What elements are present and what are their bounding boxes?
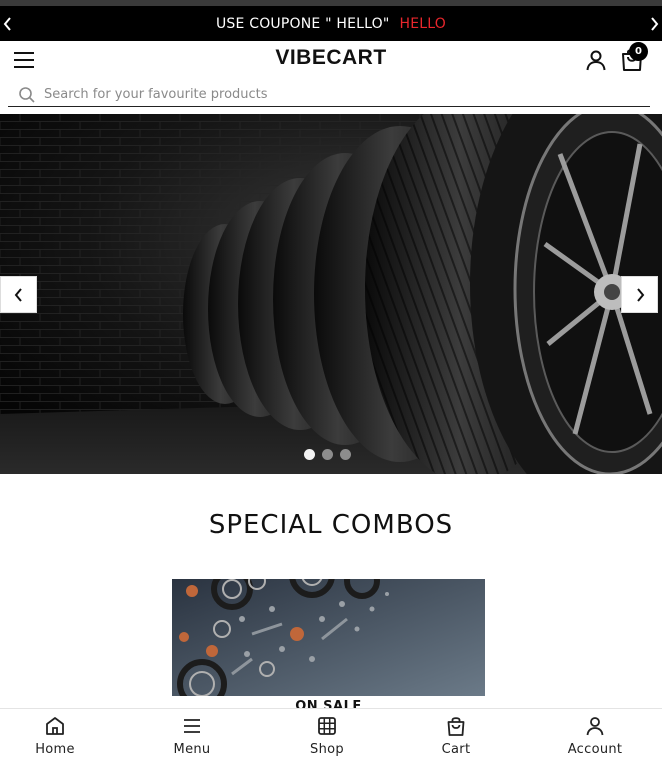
hero-slide-image: [0, 114, 662, 474]
chevron-right-icon: [636, 287, 644, 302]
nav-label: Home: [35, 742, 75, 757]
menu-button[interactable]: [14, 49, 38, 71]
announcement-text: USE COUPONE " HELLO": [215, 15, 390, 32]
section-title: SPECIAL COMBOS: [208, 510, 454, 540]
announcement-next-button[interactable]: [646, 6, 662, 41]
hero-carousel: [0, 114, 662, 474]
chevron-left-icon: [3, 16, 11, 31]
carousel-dot[interactable]: [304, 449, 315, 460]
chevron-left-icon: [14, 287, 22, 302]
hero-next-button[interactable]: [621, 276, 658, 313]
search-input[interactable]: [44, 83, 634, 105]
coupon-code: HELLO: [399, 15, 447, 32]
cart-count-badge: 0: [629, 42, 648, 61]
nav-label: Cart: [441, 742, 471, 757]
search-icon: [19, 87, 35, 103]
search-bar: [8, 81, 650, 107]
shopping-bag-icon: [447, 717, 465, 736]
account-button[interactable]: [584, 48, 608, 72]
announcement-bar: USE COUPONE " HELLO" HELLO: [0, 6, 662, 41]
carousel-dot[interactable]: [340, 449, 351, 460]
combo-card-image[interactable]: [172, 579, 485, 696]
nav-label: Menu: [173, 742, 211, 757]
announcement-prev-button[interactable]: [0, 6, 16, 41]
nav-item-home[interactable]: Home: [15, 715, 95, 757]
nav-item-cart[interactable]: Cart: [416, 715, 496, 757]
grid-icon: [318, 717, 336, 735]
carousel-dots: [304, 449, 351, 460]
site-header: VIBECART: [0, 41, 662, 79]
menu-icon: [184, 719, 200, 733]
user-icon: [586, 50, 606, 71]
home-icon: [46, 717, 64, 735]
nav-label: Account: [567, 742, 623, 757]
chevron-right-icon: [651, 16, 659, 31]
carousel-dot[interactable]: [322, 449, 333, 460]
nav-item-account[interactable]: Account: [555, 715, 635, 757]
nav-item-shop[interactable]: Shop: [287, 715, 367, 757]
nav-item-menu[interactable]: Menu: [152, 715, 232, 757]
auto-parts-image: [172, 579, 485, 696]
hamburger-line: [14, 52, 34, 54]
bottom-navigation: Home Menu Shop Cart Account: [0, 708, 662, 758]
nav-label: Shop: [310, 742, 344, 757]
user-icon: [586, 717, 604, 736]
brand-logo[interactable]: VIBECART: [0, 46, 662, 70]
hamburger-line: [14, 66, 34, 68]
hero-prev-button[interactable]: [0, 276, 37, 313]
hamburger-line: [14, 59, 34, 61]
